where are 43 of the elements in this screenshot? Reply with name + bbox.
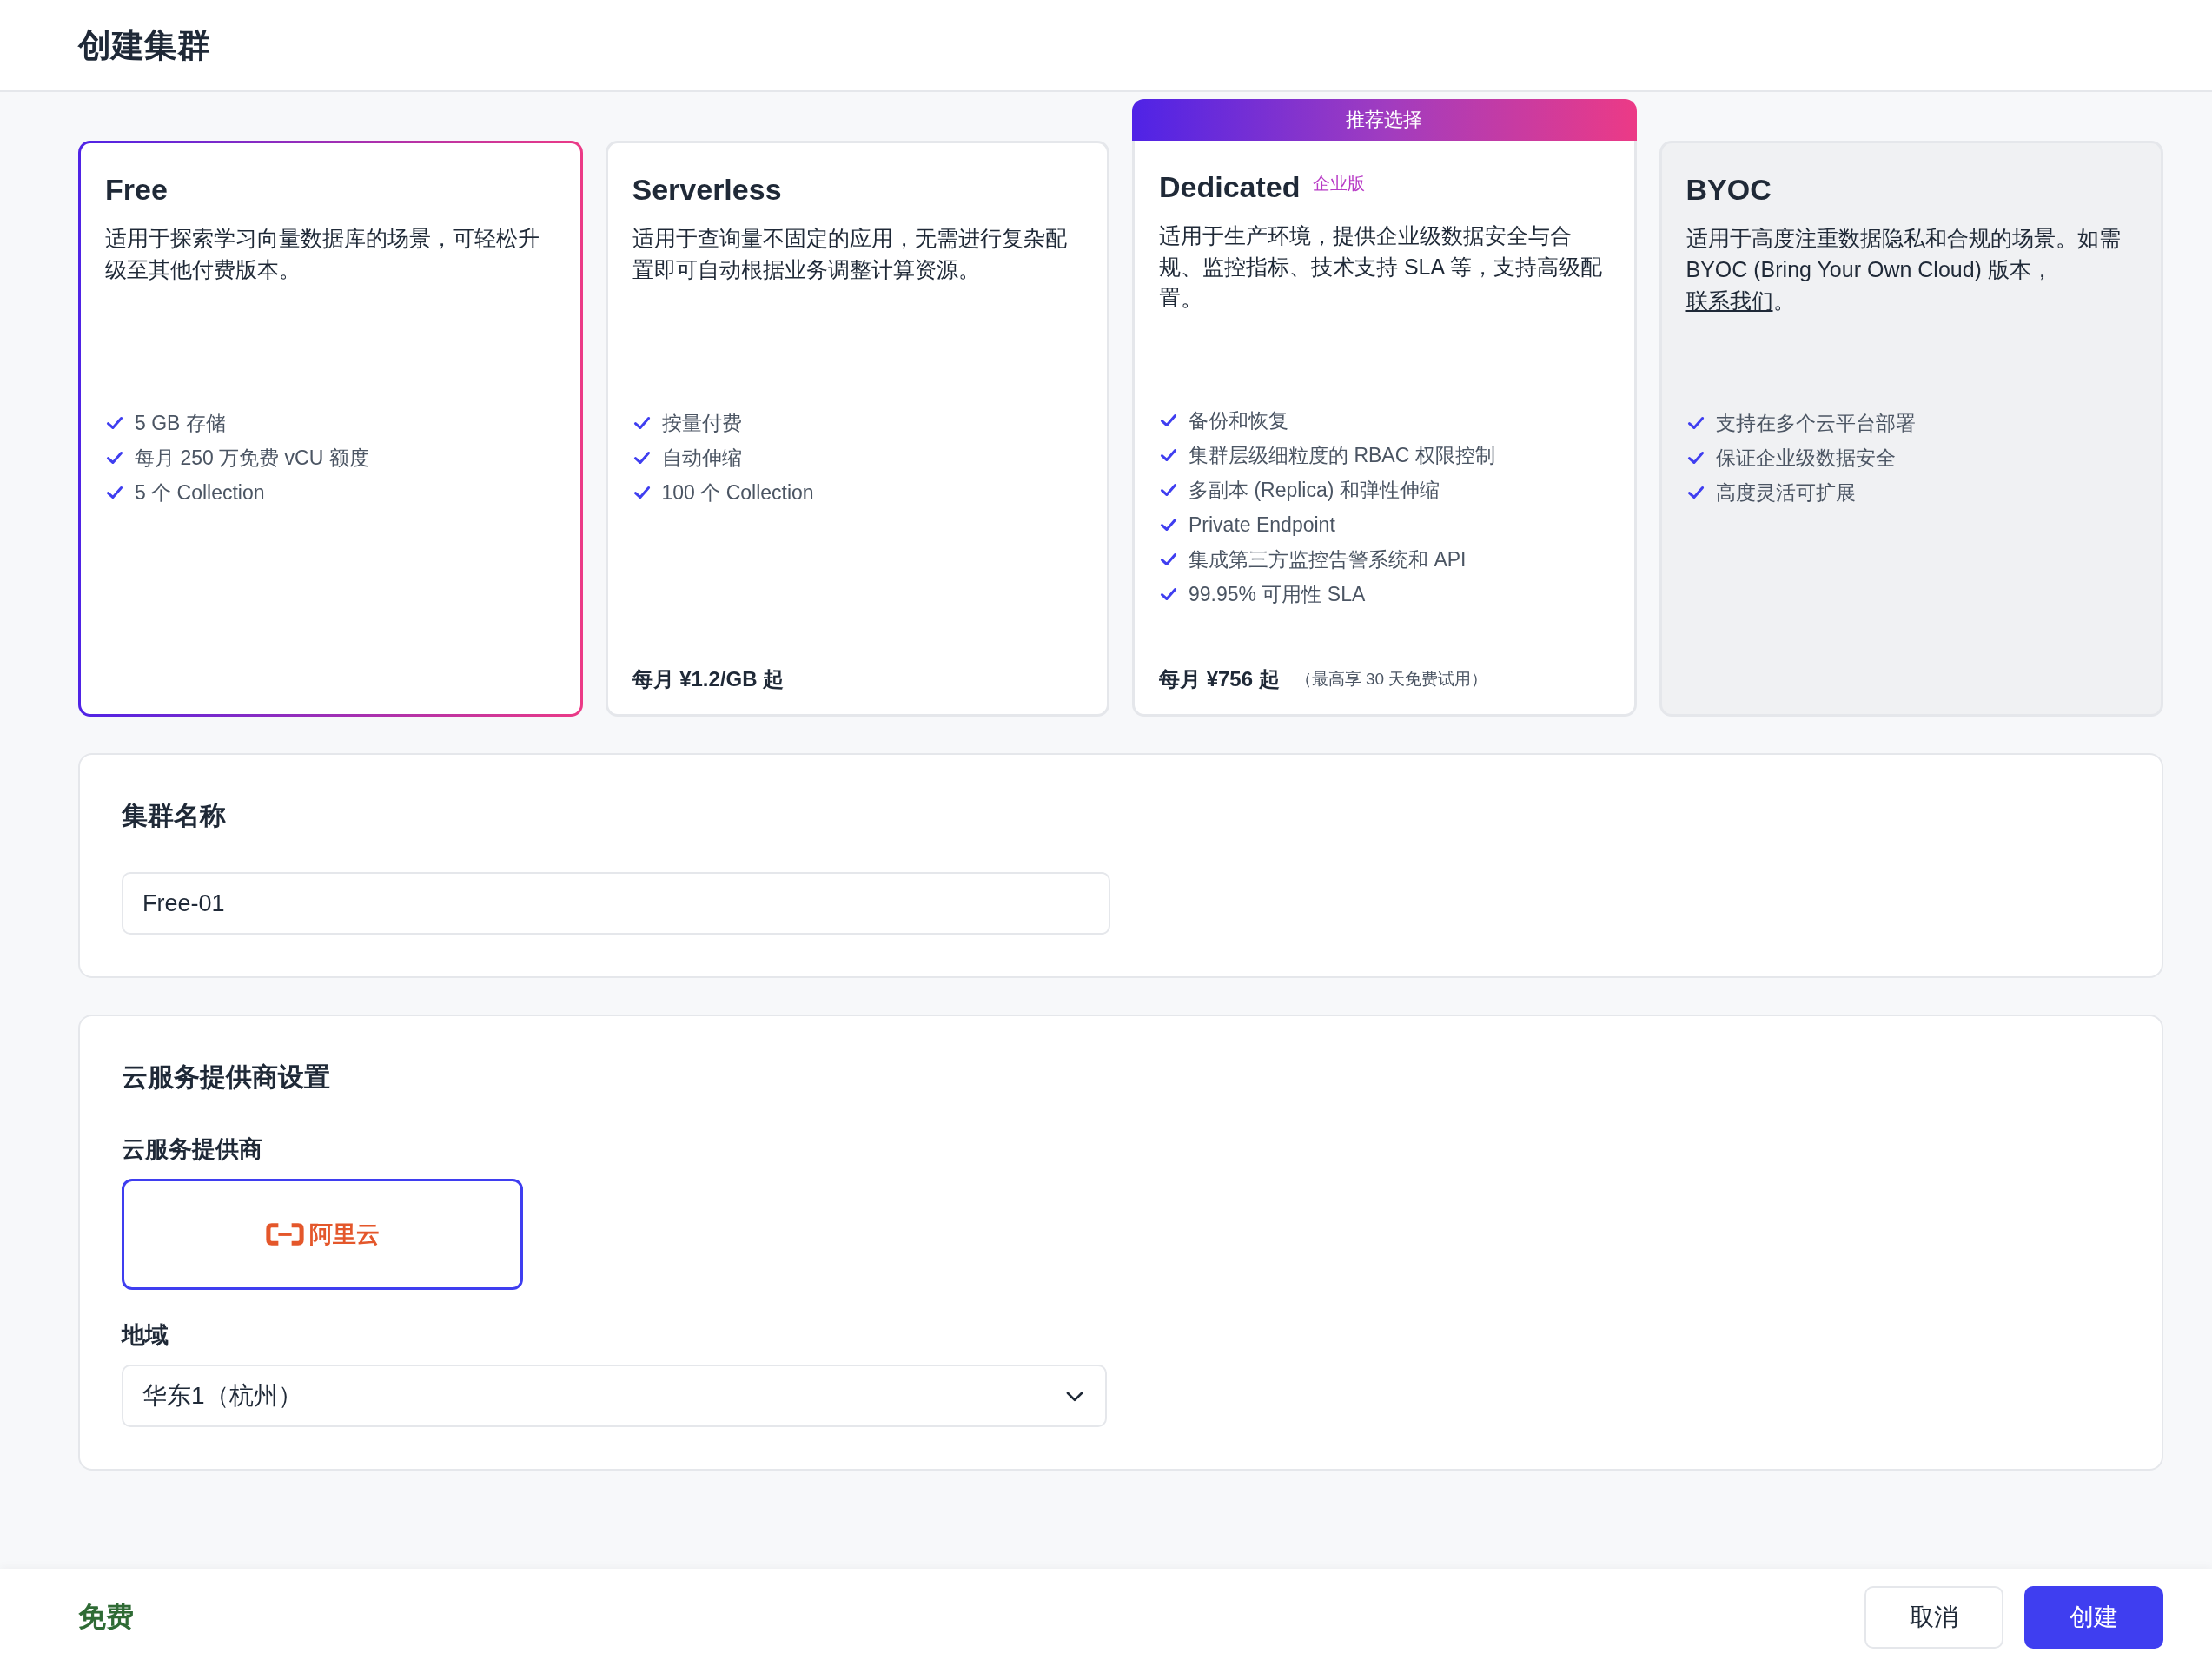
feature-text: 按量付费 — [661, 411, 742, 436]
plan-name: Dedicated — [1159, 170, 1301, 204]
feature-text: 99.95% 可用性 SLA — [1189, 582, 1366, 607]
feature-text: 5 GB 存储 — [135, 411, 226, 436]
create-button[interactable]: 创建 — [2024, 1586, 2163, 1649]
plan-price: 每月 ¥1.2/GB 起 — [632, 666, 785, 692]
plan-tag: 企业版 — [1312, 172, 1365, 195]
bracket-logo-icon — [265, 1222, 304, 1246]
region-dropdown[interactable]: 华东1（杭州） — [122, 1365, 1107, 1427]
plan-description: 适用于查询量不固定的应用，无需进行复杂配置即可自动根据业务调整计算资源。 — [632, 225, 1068, 283]
plan-price: 每月 ¥756 起 — [1159, 666, 1280, 692]
feature-text: 集成第三方监控告警系统和 API — [1189, 547, 1467, 572]
plan-card[interactable]: Serverless 适用于查询量不固定的应用，无需进行复杂配置即可自动根据业务调整计算资源。 按量付费 自动伸缩 100 个 Collection 每月 ¥1.2/GB 起 — [605, 141, 1109, 717]
cluster-name-field[interactable]: Free-01 — [122, 872, 1110, 935]
feature-text: 100 个 Collection — [661, 480, 814, 506]
feature-text: 高度灵活可扩展 — [1715, 480, 1856, 506]
feature-text: 备份和恢复 — [1189, 408, 1288, 433]
plan-name: BYOC — [1685, 173, 1772, 207]
feature-text: 自动伸缩 — [661, 446, 742, 471]
field-label: 地域 — [122, 1321, 169, 1350]
section-title: 集群名称 — [122, 800, 227, 831]
plan-name: Free — [105, 173, 168, 207]
feature-text: 多副本 (Replica) 和弹性伸缩 — [1189, 478, 1440, 503]
plan-description: 适用于探索学习向量数据库的场景，可轻松升级至其他付费版本。 — [105, 225, 540, 283]
page-title: 创建集群 — [78, 25, 210, 65]
total-price: 免费 — [78, 1600, 134, 1634]
feature-text: Private Endpoint — [1189, 512, 1335, 538]
feature-text: 5 个 Collection — [135, 480, 265, 506]
plan-description: 适用于生产环境，提供企业级数据安全与合规、监控指标、技术支持 SLA 等，支持高级配置。 — [1159, 222, 1603, 312]
field-label: 云服务提供商 — [122, 1135, 263, 1164]
plan-description: 适用于高度注重数据隐私和合规的场景。如需 BYOC (Bring Your Own Cloud) 版本， 联系我们。 — [1685, 225, 2122, 314]
section-title: 云服务提供商设置 — [122, 1061, 331, 1093]
feature-text: 集群层级细粒度的 RBAC 权限控制 — [1189, 443, 1495, 468]
price-note: （最高享 30 天免费试用） — [1295, 669, 1488, 690]
plan-card[interactable]: Free 适用于探索学习向量数据库的场景，可轻松升级至其他付费版本。 5 GB 存储 每月 250 万免费 vCU 额度 5 个 Collection — [78, 141, 583, 717]
feature-text: 保证企业级数据安全 — [1715, 446, 1896, 471]
plan-card[interactable]: Dedicated 企业版 适用于生产环境，提供企业级数据安全与合规、监控指标、技术支持 SLA 等，支持高级配置。 备份和恢复 集群层级细粒度的 RBAC 权限控制 多副本 (Replica) 和弹性伸缩 Private Endpoint 集成第三方监控告警系统和 API 99.95% 可用性 SLA 每月 ¥756 起 （最高享 30 天免费试用） — [1132, 141, 1637, 717]
feature-text: 支持在多个云平台部署 — [1715, 411, 1916, 436]
plan-name: Serverless — [632, 173, 782, 207]
provider-option[interactable]: 阿里云 — [122, 1179, 523, 1290]
cancel-button[interactable]: 取消 — [1864, 1586, 2003, 1649]
recommended-badge: 推荐选择 — [1132, 99, 1637, 141]
feature-text: 每月 250 万免费 vCU 额度 — [135, 446, 369, 471]
